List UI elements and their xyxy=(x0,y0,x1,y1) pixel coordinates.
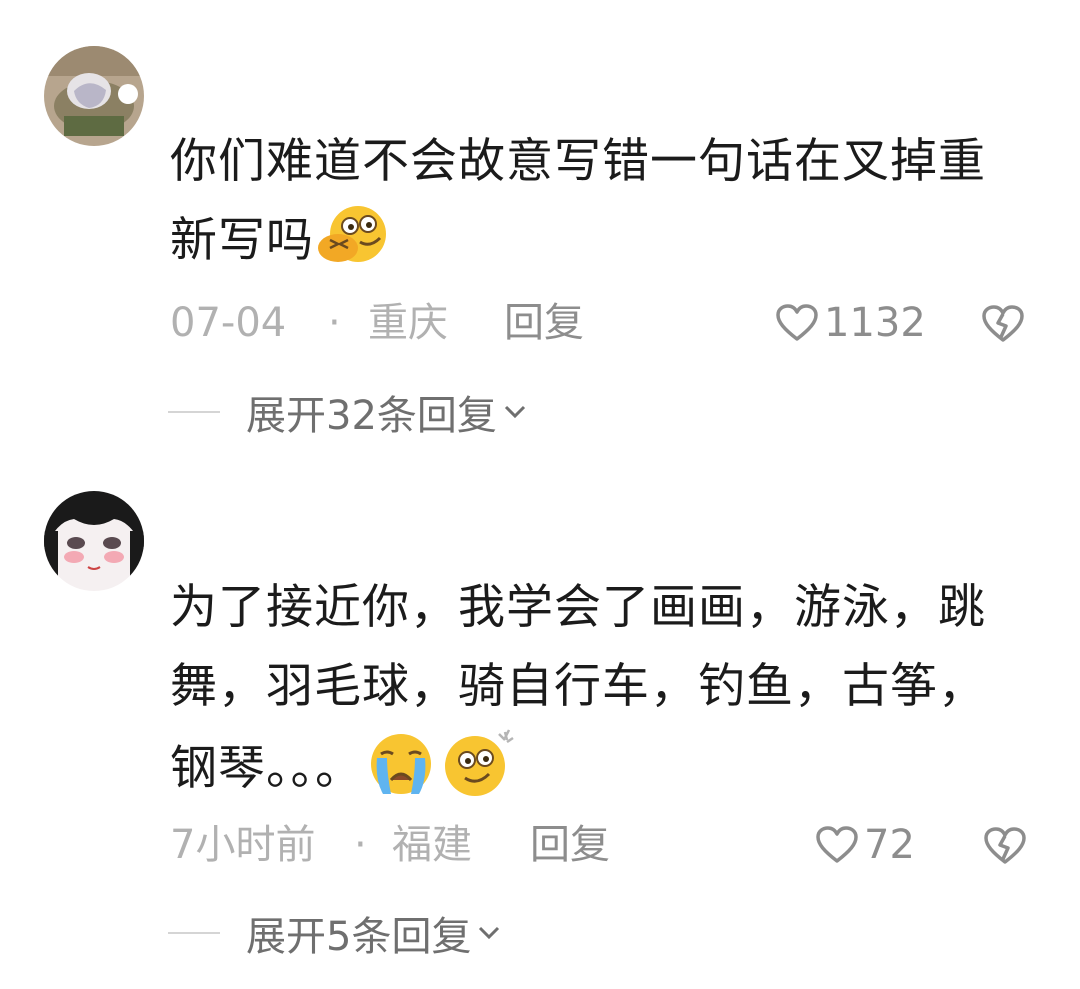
expand-replies-label: 展开5条回复 xyxy=(246,914,472,960)
heart-outline-icon xyxy=(776,304,818,341)
avatar[interactable] xyxy=(44,491,144,591)
like-count: 72 xyxy=(864,822,915,868)
broken-heart-icon xyxy=(984,827,1026,864)
comment-date: 07-04 xyxy=(170,300,287,346)
reply-button[interactable]: 回复 xyxy=(504,293,584,353)
like-button[interactable]: 72 xyxy=(816,815,915,875)
comment-body: 你们难道不会故意写错一句话在叉掉重新写吗 xyxy=(170,134,986,268)
expand-replies-label: 展开32条回复 xyxy=(246,393,497,439)
divider-line xyxy=(168,411,220,413)
comment-location: 重庆 xyxy=(368,300,448,346)
dislike-button[interactable] xyxy=(984,823,1026,883)
dizzy-face-emoji xyxy=(439,726,517,822)
chevron-down-icon xyxy=(479,926,500,940)
comment-text: 为了接近你，我学会了画画，游泳，跳舞，羽毛球，骑自行车，钓鱼，古筝，钢琴。。。 xyxy=(170,568,1030,822)
loudly-crying-emoji xyxy=(365,730,437,822)
meta-separator: · xyxy=(354,822,367,868)
expand-replies-button[interactable]: 展开32条回复 xyxy=(168,382,527,442)
dislike-button[interactable] xyxy=(982,301,1024,361)
like-button[interactable]: 1132 xyxy=(776,293,926,353)
comment-date: 7小时前 xyxy=(170,822,316,868)
grinning-hand-over-mouth-emoji xyxy=(316,204,392,294)
reply-button[interactable]: 回复 xyxy=(530,815,610,875)
chevron-down-icon xyxy=(504,405,525,419)
broken-heart-icon xyxy=(982,305,1024,342)
divider-line xyxy=(168,932,220,934)
heart-outline-icon xyxy=(816,826,858,863)
expand-replies-button[interactable]: 展开5条回复 xyxy=(168,903,501,963)
avatar[interactable] xyxy=(44,46,144,146)
comment-location: 福建 xyxy=(392,822,472,868)
like-count: 1132 xyxy=(824,300,926,346)
comment-text: 你们难道不会故意写错一句话在叉掉重新写吗 xyxy=(170,122,1030,294)
comment-meta: 07-04 · 重庆 回复 1132 xyxy=(170,293,1030,353)
meta-separator: · xyxy=(328,300,341,346)
comment-body: 为了接近你，我学会了画画，游泳，跳舞，羽毛球，骑自行车，钓鱼，古筝，钢琴。。。 xyxy=(170,580,986,796)
comment-meta: 7小时前 · 福建 回复 72 xyxy=(170,815,1030,875)
